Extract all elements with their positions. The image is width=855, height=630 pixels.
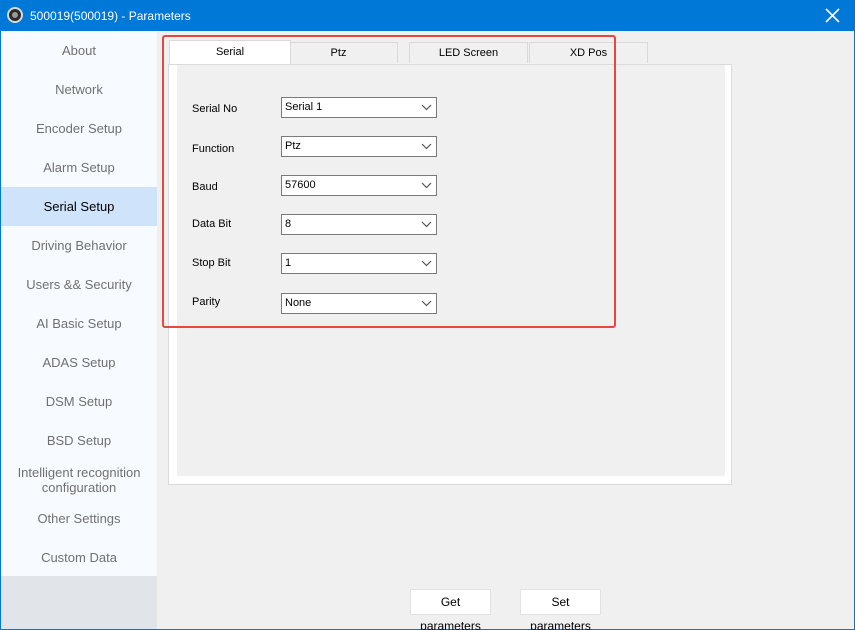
sidebar-item-adas-setup[interactable]: ADAS Setup bbox=[1, 343, 157, 382]
tab-serial[interactable]: Serial bbox=[169, 40, 291, 64]
parity-select[interactable]: None bbox=[281, 293, 437, 314]
stop-bit-label: Stop Bit bbox=[192, 257, 231, 269]
sidebar-item-custom-data[interactable]: Custom Data bbox=[1, 538, 157, 577]
window-title: 500019(500019) - Parameters bbox=[30, 9, 191, 23]
parameters-window: About Network Encoder Setup Alarm Setup … bbox=[1, 31, 854, 630]
close-button[interactable] bbox=[809, 0, 855, 31]
tab-ptz[interactable]: Ptz bbox=[279, 42, 398, 63]
function-label: Function bbox=[192, 143, 235, 155]
app-icon bbox=[7, 7, 23, 23]
serial-no-value: Serial 1 bbox=[285, 101, 323, 113]
sidebar: About Network Encoder Setup Alarm Setup … bbox=[1, 31, 157, 629]
chevron-down-icon bbox=[421, 104, 432, 111]
sidebar-item-other-settings[interactable]: Other Settings bbox=[1, 499, 157, 538]
tab-label: Serial bbox=[215, 46, 245, 58]
sidebar-item-network[interactable]: Network bbox=[1, 70, 157, 109]
serial-no-select[interactable]: Serial 1 bbox=[281, 97, 437, 118]
sidebar-item-encoder-setup[interactable]: Encoder Setup bbox=[1, 109, 157, 148]
sidebar-item-label: DSM Setup bbox=[45, 394, 113, 409]
sidebar-item-serial-setup[interactable]: Serial Setup bbox=[1, 187, 157, 226]
sidebar-footer bbox=[1, 576, 157, 629]
data-bit-value: 8 bbox=[285, 218, 292, 230]
chevron-down-icon bbox=[421, 300, 432, 307]
title-bar: 500019(500019) - Parameters bbox=[0, 0, 855, 31]
chevron-down-icon bbox=[421, 260, 432, 267]
sidebar-item-label: Serial Setup bbox=[43, 199, 115, 214]
baud-value: 57600 bbox=[285, 179, 316, 191]
sidebar-item-label: AI Basic Setup bbox=[36, 316, 122, 331]
sidebar-item-dsm-setup[interactable]: DSM Setup bbox=[1, 382, 157, 421]
tab-label: XD Pos bbox=[569, 47, 608, 59]
chevron-down-icon bbox=[421, 182, 432, 189]
tab-xd-pos[interactable]: XD Pos bbox=[529, 42, 648, 63]
stop-bit-value: 1 bbox=[285, 257, 292, 269]
function-select[interactable]: Ptz bbox=[281, 136, 437, 157]
serial-no-label: Serial No bbox=[192, 103, 238, 115]
serial-form-area bbox=[177, 65, 725, 476]
sidebar-item-users-security[interactable]: Users && Security bbox=[1, 265, 157, 304]
chevron-down-icon bbox=[421, 221, 432, 228]
chevron-down-icon bbox=[421, 143, 432, 150]
function-value: Ptz bbox=[285, 140, 301, 152]
set-parameters-button[interactable]: Set parameters bbox=[520, 589, 601, 630]
sidebar-item-driving-behavior[interactable]: Driving Behavior bbox=[1, 226, 157, 265]
serial-tab-panel bbox=[168, 64, 732, 485]
stop-bit-select[interactable]: 1 bbox=[281, 253, 437, 274]
parity-label: Parity bbox=[192, 296, 221, 308]
sidebar-item-label: ADAS Setup bbox=[42, 355, 116, 370]
sidebar-item-intelligent-recognition[interactable]: Intelligent recognition configuration bbox=[1, 460, 157, 499]
sidebar-item-label: Custom Data bbox=[41, 550, 117, 565]
close-icon bbox=[825, 8, 840, 23]
tab-label: LED Screen bbox=[438, 47, 499, 59]
data-bit-label: Data Bit bbox=[192, 218, 232, 230]
sidebar-item-label: BSD Setup bbox=[46, 433, 112, 448]
sidebar-item-about[interactable]: About bbox=[1, 31, 157, 70]
sidebar-item-label: About bbox=[62, 43, 96, 58]
baud-select[interactable]: 57600 bbox=[281, 175, 437, 196]
sidebar-item-label: Encoder Setup bbox=[35, 121, 122, 136]
sidebar-item-label: Alarm Setup bbox=[43, 160, 115, 175]
get-parameters-button[interactable]: Get parameters bbox=[410, 589, 491, 630]
tab-label: Ptz bbox=[330, 47, 347, 59]
sidebar-item-label: Users && Security bbox=[26, 277, 132, 292]
baud-label: Baud bbox=[192, 181, 218, 193]
sidebar-item-label: Other Settings bbox=[37, 511, 121, 526]
sidebar-item-alarm-setup[interactable]: Alarm Setup bbox=[1, 148, 157, 187]
sidebar-item-bsd-setup[interactable]: BSD Setup bbox=[1, 421, 157, 460]
tab-led-screen[interactable]: LED Screen bbox=[409, 42, 528, 63]
data-bit-select[interactable]: 8 bbox=[281, 214, 437, 235]
sidebar-item-label: Network bbox=[55, 82, 103, 97]
sidebar-item-ai-basic-setup[interactable]: AI Basic Setup bbox=[1, 304, 157, 343]
sidebar-item-label: Driving Behavior bbox=[31, 238, 127, 253]
sidebar-item-label: Intelligent recognition configuration bbox=[17, 464, 141, 495]
parity-value: None bbox=[285, 297, 312, 309]
